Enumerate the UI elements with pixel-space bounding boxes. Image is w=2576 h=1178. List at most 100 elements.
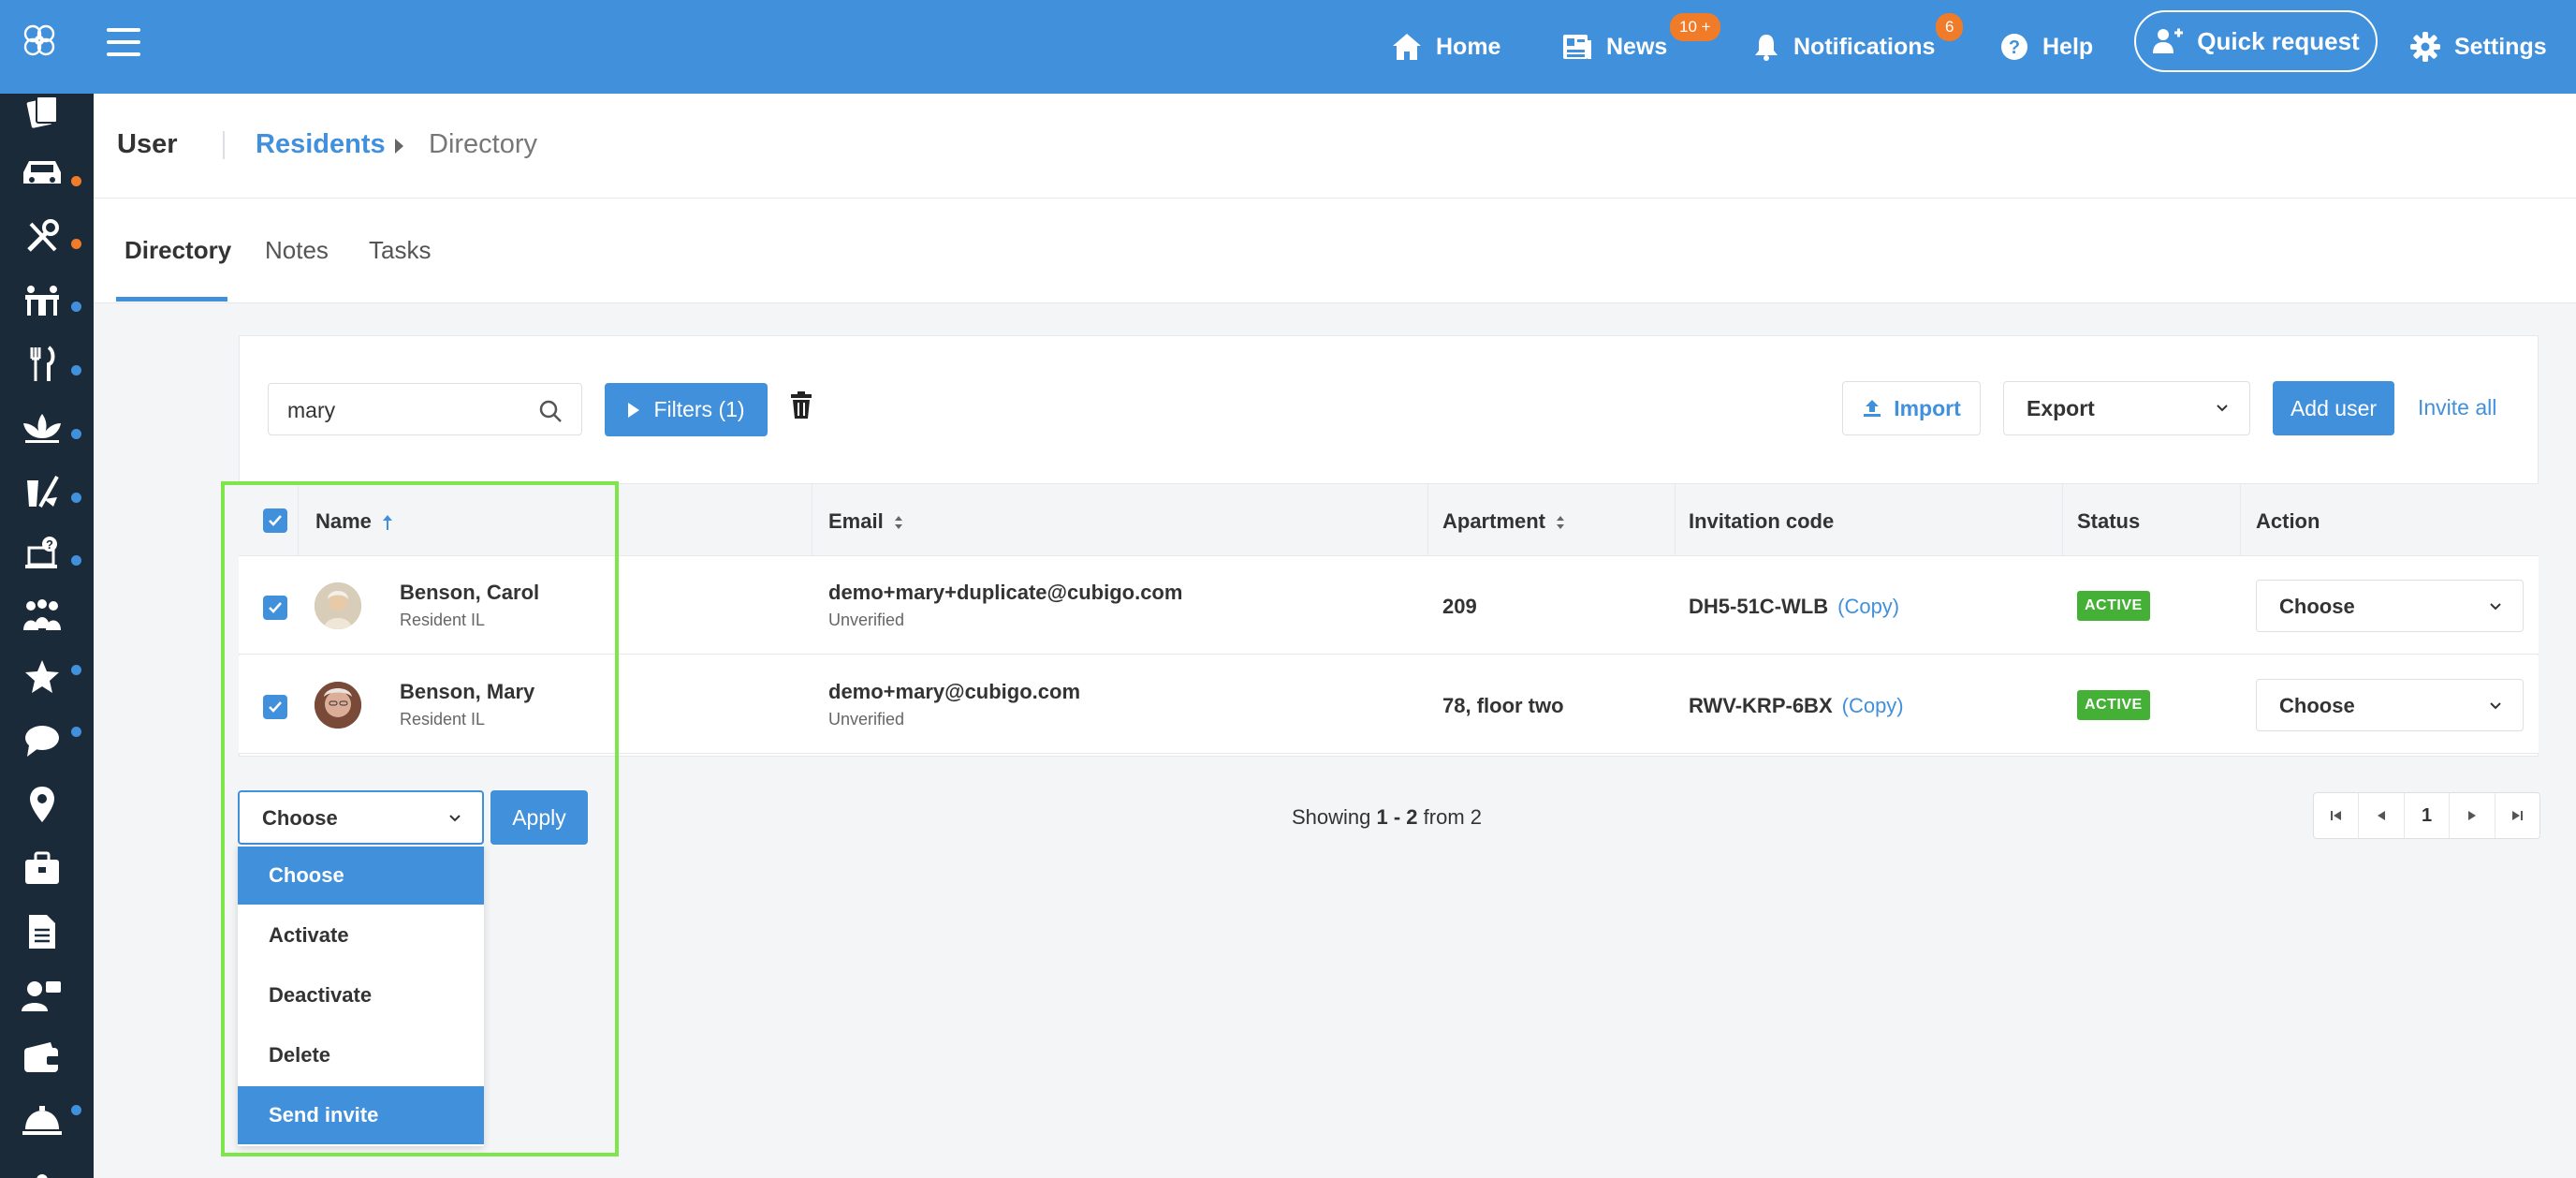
search-icon[interactable]	[538, 399, 563, 423]
sidebar-user-admin-icon[interactable]	[21, 974, 64, 1017]
cubigo-logo-icon[interactable]	[17, 19, 62, 64]
table-row: Benson, Carol Resident IL demo+mary+dupl…	[239, 556, 2539, 655]
bulk-action-value: Choose	[262, 806, 338, 830]
sidebar-location-pin-icon[interactable]	[21, 783, 64, 826]
quick-request-button[interactable]: Quick request	[2134, 10, 2378, 72]
import-button[interactable]: Import	[1842, 381, 1981, 435]
chevron-down-icon	[2490, 702, 2501, 710]
sidebar-dot	[71, 239, 81, 249]
column-divider	[1675, 484, 1676, 557]
tab-tasks[interactable]: Tasks	[369, 236, 431, 265]
nav-settings-label: Settings	[2454, 33, 2547, 60]
invite-all-link[interactable]: Invite all	[2418, 395, 2496, 420]
column-divider	[298, 484, 299, 557]
select-all-checkbox[interactable]	[263, 508, 287, 533]
sidebar-briefcase-icon[interactable]	[21, 847, 64, 890]
nav-news[interactable]: News	[1561, 0, 1667, 94]
user-request-icon	[2153, 28, 2184, 53]
nav-settings[interactable]: Settings	[2409, 0, 2547, 94]
invitation-code-value: RWV-KRP-6BX	[1689, 694, 1833, 717]
dropdown-option-deactivate[interactable]: Deactivate	[238, 966, 484, 1024]
help-icon: ?	[2001, 34, 2027, 60]
nav-notifications[interactable]: Notifications	[1752, 0, 1935, 94]
nav-help[interactable]: ? Help	[1999, 0, 2093, 94]
sidebar-dot	[71, 727, 81, 737]
trash-icon[interactable]	[789, 391, 813, 420]
page-header: User Residents Directory	[94, 94, 2576, 199]
copy-code-link[interactable]: (Copy)	[1837, 595, 1899, 618]
add-user-button[interactable]: Add user	[2273, 381, 2394, 435]
next-page-button[interactable]	[2450, 793, 2496, 838]
resident-name[interactable]: Benson, Mary	[400, 680, 534, 704]
active-tab-indicator	[116, 297, 227, 302]
hamburger-menu-icon[interactable]	[107, 28, 142, 56]
column-header-action: Action	[2256, 509, 2320, 533]
sidebar-wellness-lotus-icon[interactable]	[21, 406, 64, 449]
row-checkbox[interactable]	[263, 596, 287, 620]
upload-icon	[1864, 400, 1881, 417]
sidebar-chat-icon[interactable]	[21, 719, 64, 762]
prev-page-button[interactable]	[2359, 793, 2405, 838]
sidebar-dot	[71, 1105, 81, 1115]
nav-notifications-label: Notifications	[1793, 33, 1936, 60]
sidebar-dot	[71, 665, 81, 675]
sort-icon	[894, 516, 902, 530]
current-page[interactable]: 1	[2405, 793, 2451, 838]
sidebar-document-icon[interactable]	[21, 910, 64, 953]
filters-button[interactable]: Filters (1)	[605, 383, 768, 436]
column-header-apartment[interactable]: Apartment	[1442, 509, 1565, 534]
quick-request-label: Quick request	[2197, 26, 2360, 55]
chevron-down-icon	[449, 815, 461, 822]
dropdown-option-delete[interactable]: Delete	[238, 1026, 484, 1084]
copy-code-link[interactable]: (Copy)	[1842, 694, 1904, 717]
tab-directory[interactable]: Directory	[124, 236, 231, 265]
showing-range: 1 - 2	[1376, 805, 1418, 829]
sidebar-dining-room-icon[interactable]	[21, 279, 64, 322]
resident-role: Resident IL	[400, 611, 486, 629]
resident-name[interactable]: Benson, Carol	[400, 581, 539, 605]
sidebar-star-icon[interactable]	[21, 655, 64, 699]
status-badge: ACTIVE	[2077, 591, 2150, 621]
news-badge: 10 +	[1670, 13, 1720, 41]
sidebar-restaurant-icon[interactable]	[21, 343, 64, 386]
sidebar-more-icon[interactable]	[21, 1161, 64, 1178]
sidebar-dot	[71, 555, 81, 566]
export-label: Export	[2027, 395, 2095, 420]
row-action-select[interactable]: Choose	[2256, 580, 2524, 632]
svg-text:?: ?	[46, 537, 53, 552]
row-action-value: Choose	[2279, 595, 2355, 618]
first-page-button[interactable]	[2314, 793, 2360, 838]
column-header-invitation-code: Invitation code	[1689, 509, 1835, 533]
nav-home[interactable]: Home	[1391, 0, 1500, 94]
invitation-code-value: DH5-51C-WLB	[1689, 595, 1829, 618]
dropdown-option-send-invite[interactable]: Send invite	[238, 1086, 484, 1144]
sidebar-wallet-icon[interactable]	[21, 1036, 64, 1079]
sidebar-cards-icon[interactable]	[21, 94, 64, 133]
bulk-action-select[interactable]: Choose	[238, 790, 484, 845]
tab-notes[interactable]: Notes	[265, 236, 329, 265]
column-header-name[interactable]: Name	[315, 509, 393, 534]
sidebar-housekeeping-icon[interactable]	[21, 468, 64, 511]
export-select[interactable]: Export	[2003, 381, 2250, 435]
column-name-label: Name	[315, 509, 372, 533]
home-icon	[1393, 34, 1421, 60]
sidebar-transport-icon[interactable]	[21, 152, 64, 195]
dropdown-option-choose[interactable]: Choose	[238, 847, 484, 905]
dropdown-option-activate[interactable]: Activate	[238, 906, 484, 964]
apply-button[interactable]: Apply	[490, 790, 588, 845]
column-apartment-label: Apartment	[1442, 509, 1546, 533]
search-input[interactable]: mary	[268, 383, 582, 435]
pagination-summary: Showing 1 - 2 from 2	[1292, 805, 1482, 830]
breadcrumb-residents-link[interactable]: Residents	[256, 129, 386, 160]
last-page-button[interactable]	[2496, 793, 2539, 838]
row-action-select[interactable]: Choose	[2256, 679, 2524, 731]
row-checkbox[interactable]	[263, 695, 287, 719]
column-divider	[2062, 484, 2063, 557]
invitation-code: RWV-KRP-6BX (Copy)	[1689, 694, 1904, 718]
sidebar-service-bell-icon[interactable]	[21, 1099, 64, 1142]
sidebar-community-icon[interactable]	[21, 594, 64, 637]
sidebar-maintenance-icon[interactable]	[21, 215, 64, 258]
sidebar-laptop-help-icon[interactable]: ?	[21, 532, 64, 575]
column-header-email[interactable]: Email	[828, 509, 903, 534]
search-value: mary	[287, 398, 336, 422]
